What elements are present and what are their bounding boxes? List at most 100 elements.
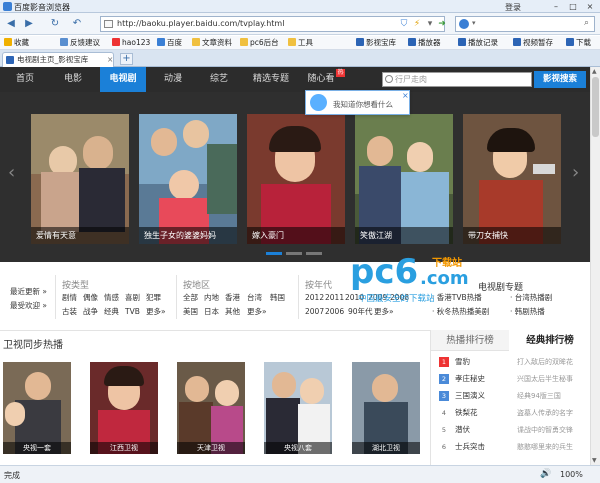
- type-option[interactable]: 喜剧: [125, 292, 140, 303]
- bookmark-item[interactable]: pc6后台: [240, 38, 279, 48]
- pager-dot[interactable]: [286, 252, 302, 255]
- chevron-down-icon[interactable]: ▾: [424, 18, 436, 30]
- carousel-slide[interactable]: 爱情有天意: [31, 114, 129, 244]
- lightning-icon[interactable]: ⚡: [411, 18, 423, 30]
- pager-dot[interactable]: [306, 252, 322, 255]
- nav-home[interactable]: 首页: [6, 67, 44, 92]
- ranking-row[interactable]: 5 潜伏 谍战中的智勇交锋: [439, 423, 589, 437]
- bookmark-item[interactable]: 播放器: [408, 38, 441, 48]
- nav-anime[interactable]: 动漫: [154, 67, 192, 92]
- nav-variety[interactable]: 综艺: [200, 67, 238, 92]
- carousel-next-button[interactable]: ›: [572, 162, 579, 183]
- go-arrow-icon[interactable]: ➜: [436, 18, 448, 30]
- show-thumbnail[interactable]: 天津卫视: [177, 362, 245, 454]
- show-thumbnail[interactable]: 央视八套: [264, 362, 332, 454]
- tab-classic-ranking[interactable]: 经典排行榜: [509, 330, 591, 351]
- close-window-button[interactable]: ×: [582, 1, 598, 12]
- refresh-button[interactable]: ↻: [48, 17, 62, 31]
- type-option[interactable]: 剧情: [62, 292, 77, 303]
- show-thumbnail[interactable]: 央视一套: [3, 362, 71, 454]
- volume-icon[interactable]: 🔊: [540, 469, 551, 479]
- pager-dot[interactable]: [266, 252, 282, 255]
- carousel-slide[interactable]: 带刀女捕快: [463, 114, 561, 244]
- type-option[interactable]: 战争: [83, 306, 98, 317]
- close-tooltip-icon[interactable]: ×: [402, 91, 409, 100]
- scroll-down-icon[interactable]: ▼: [592, 457, 597, 464]
- region-option[interactable]: 美国: [183, 306, 198, 317]
- special-topic-link[interactable]: · 韩剧热播: [510, 306, 545, 317]
- maximize-button[interactable]: □: [565, 1, 581, 12]
- year-option[interactable]: 2007: [305, 306, 324, 317]
- tab-hot-ranking[interactable]: 热播排行榜: [431, 330, 509, 351]
- page-scrollbar[interactable]: ▲ ▼: [590, 67, 600, 465]
- type-option[interactable]: TVB: [125, 306, 140, 317]
- ranking-row[interactable]: 6 士兵突击 憨憨哪里来的兵生: [439, 440, 589, 454]
- most-popular-link[interactable]: 最受欢迎 »: [10, 300, 47, 311]
- site-search-input[interactable]: 行尸走肉: [382, 72, 532, 87]
- type-option[interactable]: 古装: [62, 306, 77, 317]
- bookmark-item[interactable]: 文章资料: [192, 38, 232, 48]
- site-search-button[interactable]: 影视搜索: [534, 71, 586, 88]
- minimize-button[interactable]: –: [548, 1, 564, 12]
- search-icon[interactable]: ⌕: [584, 18, 589, 28]
- scroll-up-icon[interactable]: ▲: [592, 68, 597, 75]
- nav-movie[interactable]: 电影: [54, 67, 92, 92]
- nav-random[interactable]: 随心看: [302, 67, 340, 92]
- tab-tv-home[interactable]: 电视剧主页_影视宝库 ×: [2, 52, 114, 67]
- bookmark-item[interactable]: 下载: [566, 38, 591, 48]
- back-button[interactable]: ◀: [4, 17, 18, 31]
- type-option[interactable]: 情感: [104, 292, 119, 303]
- region-more-link[interactable]: 更多»: [247, 306, 267, 317]
- recent-updates-link[interactable]: 最近更新 »: [10, 286, 47, 297]
- bookmark-item[interactable]: 视频暂存: [513, 38, 553, 48]
- type-option[interactable]: 犯罪: [146, 292, 161, 303]
- url-input[interactable]: http://baoku.player.baidu.com/tvplay.htm…: [100, 16, 445, 32]
- bookmark-item[interactable]: 百度: [157, 38, 182, 48]
- new-tab-button[interactable]: +: [120, 53, 133, 65]
- region-option[interactable]: 内地: [204, 292, 219, 303]
- year-option[interactable]: 2011: [325, 292, 344, 303]
- zoom-level[interactable]: 100%: [560, 470, 583, 479]
- carousel-prev-button[interactable]: ‹: [8, 162, 15, 183]
- ranking-row[interactable]: 2 孝庄秘史 兴国太后半生秘事: [439, 372, 589, 386]
- special-topic-link[interactable]: · 台湾热播剧: [510, 292, 552, 303]
- nav-topics[interactable]: 精选专题: [246, 67, 296, 92]
- bookmark-item[interactable]: 影视宝库: [356, 38, 396, 48]
- year-option[interactable]: 2012: [305, 292, 324, 303]
- scroll-thumb[interactable]: [592, 77, 599, 137]
- region-option[interactable]: 全部: [183, 292, 198, 303]
- region-option[interactable]: 台湾: [247, 292, 262, 303]
- forward-button[interactable]: ▶: [22, 17, 36, 31]
- undo-close-button[interactable]: ↶: [70, 17, 84, 31]
- bookmark-item[interactable]: 工具: [288, 38, 313, 48]
- region-option[interactable]: 香港: [225, 292, 240, 303]
- year-more-link[interactable]: 更多»: [374, 306, 394, 317]
- bookmark-item[interactable]: hao123: [112, 38, 150, 48]
- close-tab-icon[interactable]: ×: [107, 53, 113, 66]
- browser-search-input[interactable]: ▾ ⌕: [455, 16, 595, 32]
- carousel-slide[interactable]: 独生子女的婆婆妈妈: [139, 114, 237, 244]
- ranking-row[interactable]: 3 三国演义 经典94版三国: [439, 389, 589, 403]
- region-option[interactable]: 其他: [225, 306, 240, 317]
- ranking-row[interactable]: 4 铁梨花 盗墓人传承的名字: [439, 406, 589, 420]
- carousel-slide[interactable]: 笑傲江湖: [355, 114, 453, 244]
- bookmark-item[interactable]: 反馈建议: [60, 38, 100, 48]
- carousel-slide[interactable]: 嫁入豪门: [247, 114, 345, 244]
- year-option[interactable]: 90年代: [348, 306, 373, 317]
- nav-tv[interactable]: 电视剧: [100, 67, 146, 92]
- year-option[interactable]: 2006: [325, 306, 344, 317]
- chevron-down-icon[interactable]: ▾: [472, 19, 476, 27]
- show-thumbnail[interactable]: 江西卫视: [90, 362, 158, 454]
- shield-icon[interactable]: ⛉: [398, 18, 410, 30]
- region-option[interactable]: 韩国: [270, 292, 285, 303]
- type-more-link[interactable]: 更多»: [146, 306, 166, 317]
- ranking-row[interactable]: 1 雪豹 打入敌后的双眸花: [439, 355, 589, 369]
- login-link[interactable]: 登录: [505, 2, 521, 13]
- type-option[interactable]: 偶像: [83, 292, 98, 303]
- show-thumbnail[interactable]: 湖北卫视: [352, 362, 420, 454]
- type-option[interactable]: 经典: [104, 306, 119, 317]
- special-topic-link[interactable]: · 秋冬热热播美剧: [432, 306, 489, 317]
- bookmark-item[interactable]: 收藏: [4, 38, 29, 48]
- bookmark-item[interactable]: 播放记录: [458, 38, 498, 48]
- region-option[interactable]: 日本: [204, 306, 219, 317]
